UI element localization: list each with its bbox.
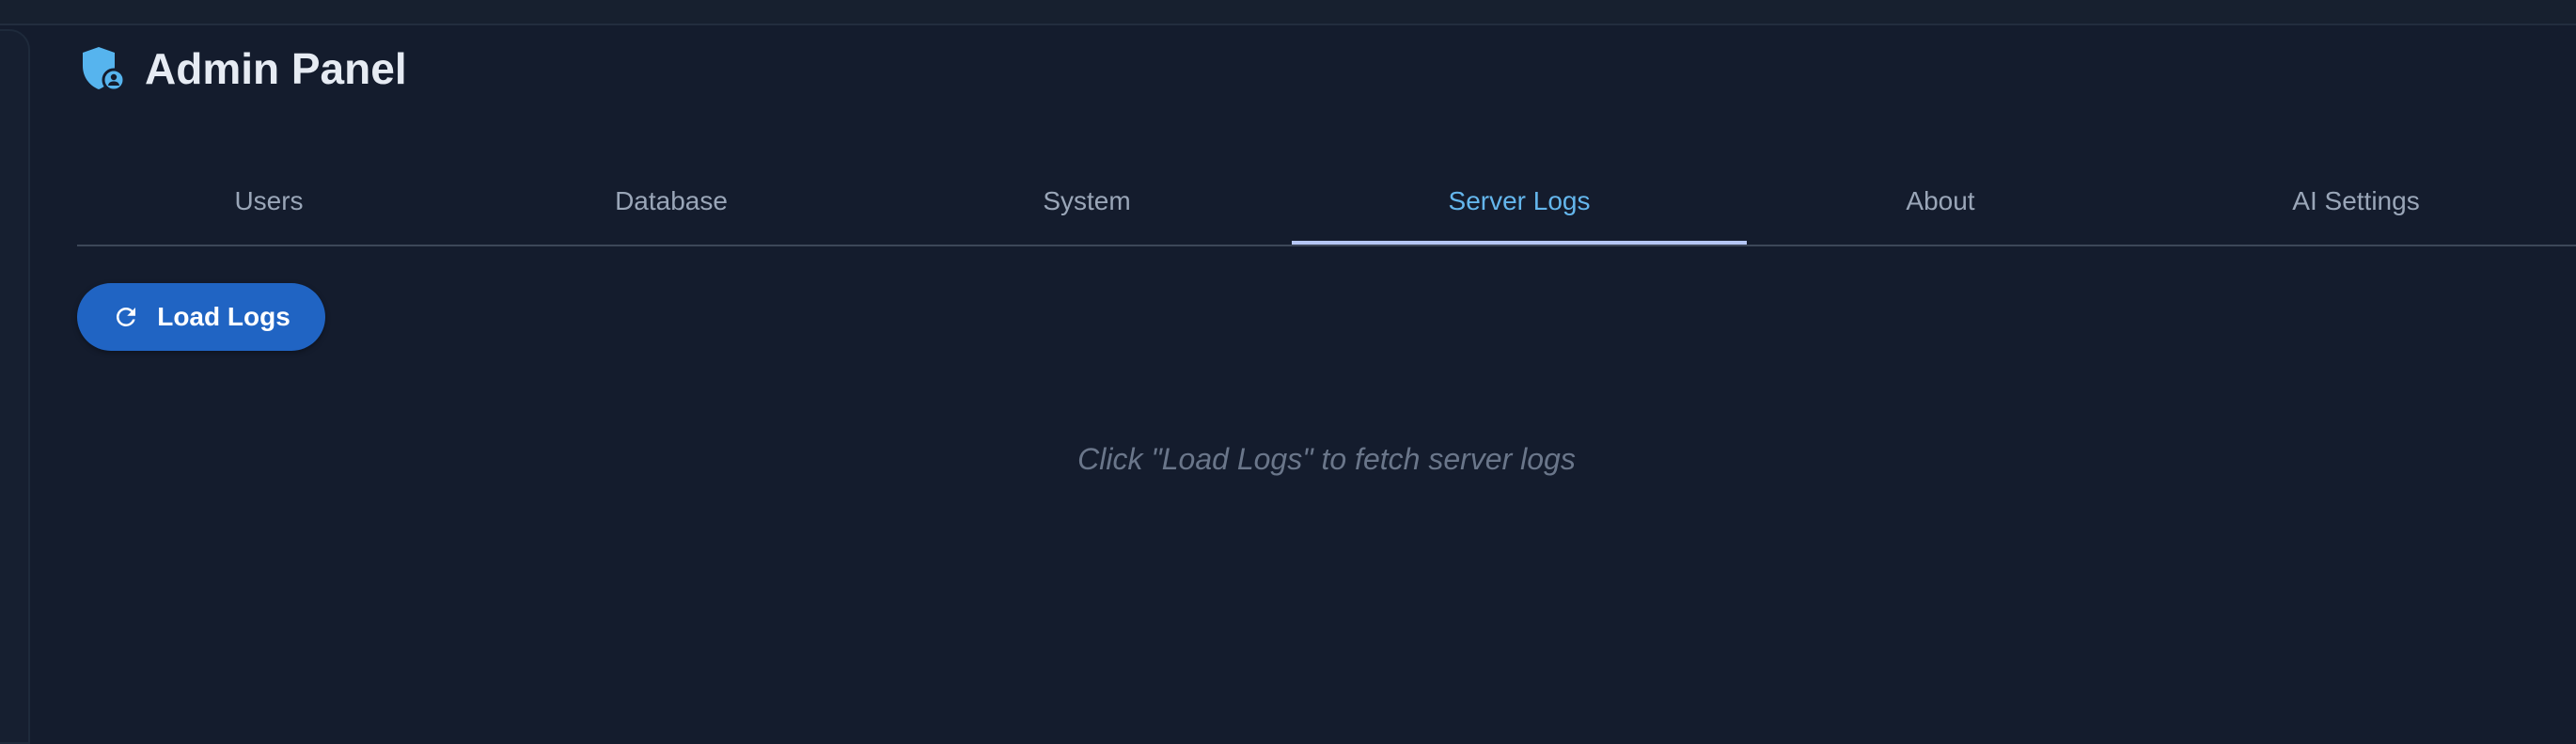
admin-tabs: Users Database System Server Logs About …	[77, 169, 2576, 246]
panel-header: Admin Panel	[81, 40, 407, 97]
tab-server-logs[interactable]: Server Logs	[1292, 169, 1747, 245]
refresh-icon	[117, 307, 136, 326]
logs-empty-message: Click "Load Logs" to fetch server logs	[1077, 442, 1576, 476]
tab-users[interactable]: Users	[77, 169, 461, 245]
load-logs-button[interactable]: Load Logs	[77, 283, 325, 351]
tab-system[interactable]: System	[882, 169, 1292, 245]
tab-database[interactable]: Database	[461, 169, 882, 245]
tab-about[interactable]: About	[1747, 169, 2134, 245]
side-drawer-edge	[0, 29, 30, 744]
load-logs-label: Load Logs	[157, 302, 291, 331]
admin-panel	[0, 29, 2576, 744]
admin-shield-icon	[83, 47, 124, 92]
top-bar	[0, 0, 2576, 25]
tab-ai-settings[interactable]: AI Settings	[2134, 169, 2576, 245]
page-title: Admin Panel	[145, 44, 407, 93]
